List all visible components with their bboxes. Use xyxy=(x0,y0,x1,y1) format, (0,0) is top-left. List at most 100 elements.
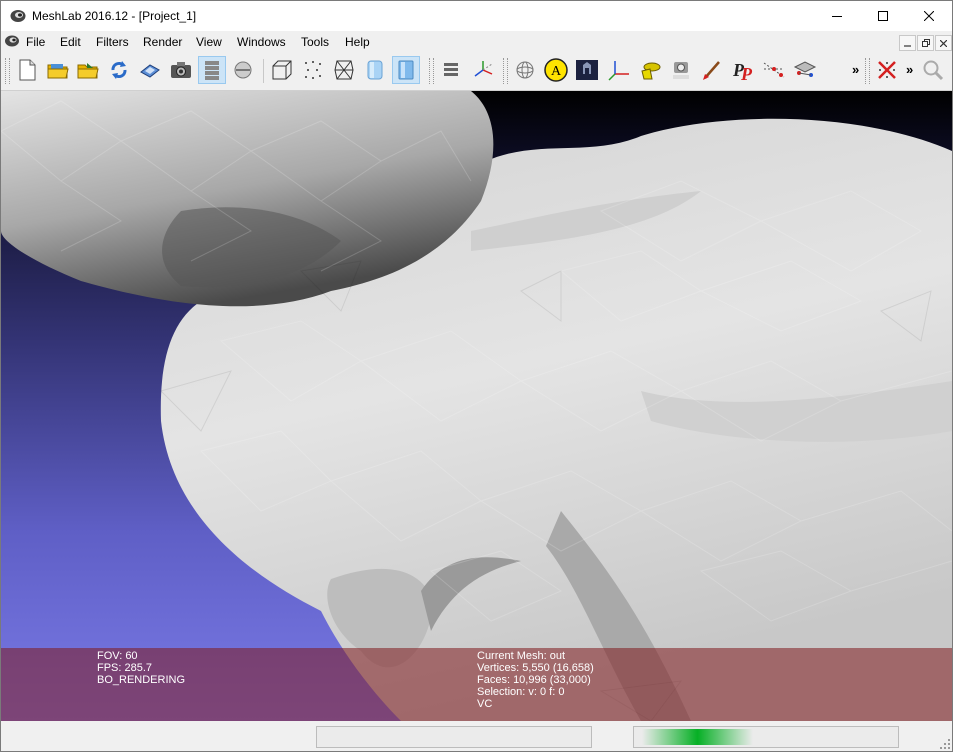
points-button[interactable] xyxy=(299,56,327,84)
meshlab-window: MeshLab 2016.12 - [Project_1] File Edit … xyxy=(0,0,953,752)
paint-button[interactable] xyxy=(698,56,726,84)
maximize-button[interactable] xyxy=(860,1,906,31)
annotation-button[interactable]: A xyxy=(542,56,570,84)
pickpoints-icon: PP xyxy=(732,60,753,82)
close-icon xyxy=(924,11,934,21)
toolbar-overflow-button[interactable]: » xyxy=(906,62,913,77)
menu-help[interactable]: Help xyxy=(345,35,370,49)
trackball-icon xyxy=(516,61,534,79)
document-icon[interactable] xyxy=(4,34,20,48)
paint-icon xyxy=(703,61,720,80)
mesh-render xyxy=(1,91,952,721)
raster-button[interactable] xyxy=(229,56,257,84)
layer-stack-icon xyxy=(444,63,458,76)
faces-label: Faces: 10,996 (33,000) xyxy=(477,674,591,686)
meshlab-logo-icon xyxy=(10,10,26,22)
raster-alignment-button[interactable] xyxy=(667,56,695,84)
flat-shading-button[interactable] xyxy=(361,56,389,84)
menu-bar: File Edit Filters Render View Windows To… xyxy=(1,31,952,52)
progress-bar-fill xyxy=(642,729,753,745)
window-title: MeshLab 2016.12 - [Project_1] xyxy=(32,9,197,23)
import-mesh-icon xyxy=(77,63,99,79)
zoom-button[interactable] xyxy=(919,56,947,84)
progress-bar xyxy=(633,726,899,748)
import-mesh-button[interactable] xyxy=(74,56,102,84)
fov-label: FOV: 60 xyxy=(97,650,138,662)
menu-tools[interactable]: Tools xyxy=(301,35,329,49)
minimize-button[interactable] xyxy=(814,1,860,31)
flat-shading-icon xyxy=(367,60,383,80)
svg-text:A: A xyxy=(551,64,562,79)
toolbar-grip[interactable] xyxy=(865,58,870,84)
resize-grip-icon[interactable] xyxy=(940,739,950,749)
minimize-icon xyxy=(904,44,911,47)
paint-brush-icon xyxy=(641,62,661,80)
bounding-box-button[interactable] xyxy=(268,56,296,84)
layers-button[interactable] xyxy=(198,56,226,84)
delete-selection-button[interactable] xyxy=(873,56,901,84)
toolbar-grip[interactable] xyxy=(503,58,508,84)
main-toolbar: A PP » » xyxy=(1,52,952,91)
texture-button[interactable] xyxy=(573,56,601,84)
snapshot-icon xyxy=(171,62,191,78)
minimize-icon xyxy=(832,16,842,17)
align-icon xyxy=(793,61,817,77)
delete-selection-icon xyxy=(878,61,896,79)
mdi-close-button[interactable] xyxy=(935,35,952,51)
current-mesh-label: Current Mesh: out xyxy=(477,650,566,662)
wireframe-button[interactable] xyxy=(330,56,358,84)
info-overlay: FOV: 60 FPS: 285.7 BO_RENDERING Current … xyxy=(1,648,952,721)
menu-windows[interactable]: Windows xyxy=(237,35,286,49)
new-project-button[interactable] xyxy=(13,56,41,84)
snapshot-button[interactable] xyxy=(167,56,195,84)
paint-brush-button[interactable] xyxy=(636,56,664,84)
layers-icon xyxy=(205,61,219,80)
raster-alignment-icon xyxy=(673,62,689,79)
export-mesh-button[interactable] xyxy=(136,56,164,84)
menu-view[interactable]: View xyxy=(196,35,222,49)
menu-edit[interactable]: Edit xyxy=(60,35,81,49)
menu-filters[interactable]: Filters xyxy=(96,35,129,49)
3d-viewport[interactable]: FOV: 60 FPS: 285.7 BO_RENDERING Current … xyxy=(1,91,952,721)
status-bar xyxy=(1,722,952,751)
axes-icon xyxy=(474,61,493,77)
toolbar-grip[interactable] xyxy=(429,58,434,84)
menu-render[interactable]: Render xyxy=(143,35,182,49)
layer-stack-button[interactable] xyxy=(437,56,465,84)
render-mode-label: BO_RENDERING xyxy=(97,674,186,686)
toolbar-overflow-button[interactable]: » xyxy=(852,62,859,77)
reload-button[interactable] xyxy=(105,56,133,84)
mdi-restore-button[interactable] xyxy=(917,35,934,51)
smooth-shading-icon xyxy=(398,60,414,80)
pickpoints-button[interactable]: PP xyxy=(729,56,757,84)
wireframe-icon xyxy=(334,60,354,80)
svg-text:P: P xyxy=(740,64,753,82)
mdi-minimize-button[interactable] xyxy=(899,35,916,51)
maximize-icon xyxy=(878,11,888,21)
texture-icon xyxy=(576,60,598,80)
export-mesh-icon xyxy=(140,64,160,78)
trackball-button[interactable] xyxy=(511,56,539,84)
vertex-color-label: VC xyxy=(477,698,493,710)
status-message-area xyxy=(316,726,592,748)
restore-icon xyxy=(921,39,930,47)
reload-icon xyxy=(111,61,127,79)
vertices-label: Vertices: 5,550 (16,658) xyxy=(477,662,594,674)
measure-icon xyxy=(763,62,785,78)
title-bar: MeshLab 2016.12 - [Project_1] xyxy=(1,1,952,31)
axes-button[interactable] xyxy=(469,56,497,84)
fps-label: FPS: 285.7 xyxy=(97,662,153,674)
align-button[interactable] xyxy=(791,56,819,84)
open-project-button[interactable] xyxy=(44,56,72,84)
measure-button[interactable] xyxy=(760,56,788,84)
menu-file[interactable]: File xyxy=(26,35,45,49)
smooth-shading-button[interactable] xyxy=(392,56,420,84)
close-button[interactable] xyxy=(906,1,952,31)
toolbar-separator xyxy=(263,59,264,83)
coordinate-frame-button[interactable] xyxy=(605,56,633,84)
toolbar-grip[interactable] xyxy=(5,58,10,84)
open-project-icon xyxy=(47,64,69,79)
points-icon xyxy=(305,61,321,79)
raster-icon xyxy=(234,61,252,79)
bounding-box-icon xyxy=(272,60,292,80)
